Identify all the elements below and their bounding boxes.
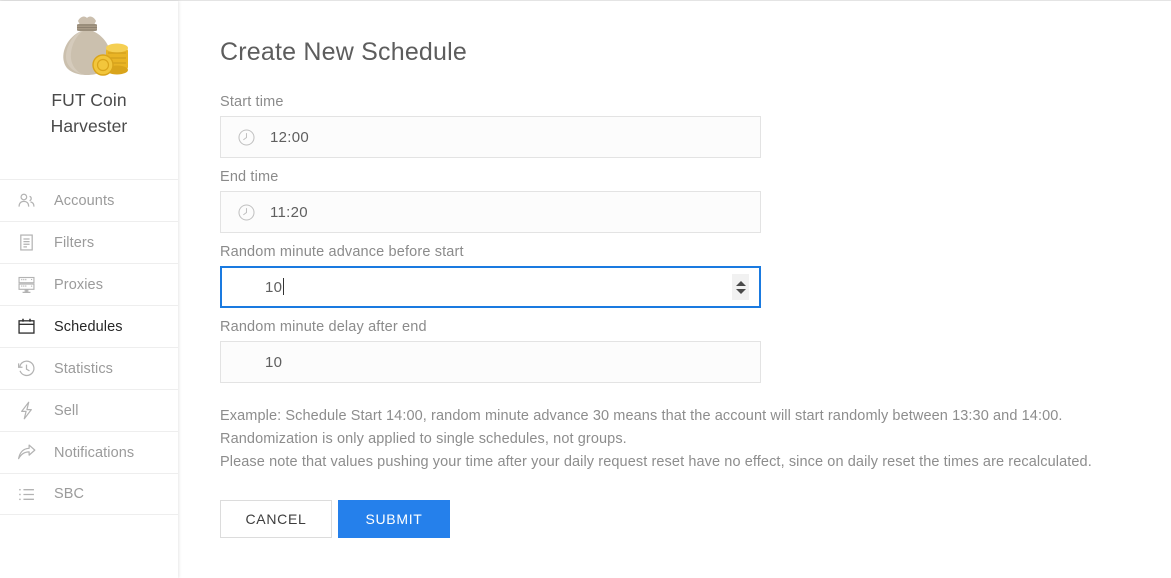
- clock-icon: [237, 128, 256, 147]
- brand-header: FUT Coin Harvester: [0, 1, 178, 179]
- sidebar-item-label: SBC: [54, 486, 85, 502]
- brand-title: FUT Coin Harvester: [0, 87, 178, 139]
- sidebar-nav: Accounts Filters Proxies Schedules Stati…: [0, 179, 178, 515]
- sidebar-item-statistics[interactable]: Statistics: [0, 347, 178, 389]
- money-bag-coins-icon: [46, 13, 132, 79]
- sidebar-item-label: Statistics: [54, 360, 114, 377]
- page-title: Create New Schedule: [220, 38, 467, 66]
- sidebar-item-label: Filters: [54, 234, 95, 251]
- field-start-time: Start time 12:00: [220, 93, 1171, 158]
- document-icon: [16, 232, 44, 254]
- brand-title-line2: Harvester: [50, 116, 128, 136]
- sidebar: FUT Coin Harvester Accounts Filters Prox…: [0, 1, 178, 578]
- app-root: FUT Coin Harvester Accounts Filters Prox…: [0, 0, 1171, 578]
- sidebar-item-label: Schedules: [54, 318, 123, 335]
- field-label: Random minute delay after end: [220, 319, 427, 335]
- clock-icon: [237, 203, 256, 222]
- field-label: Random minute advance before start: [220, 244, 464, 260]
- sidebar-item-sbc[interactable]: SBC: [0, 473, 178, 515]
- lightning-icon: [16, 400, 44, 422]
- calendar-icon: [16, 316, 44, 338]
- field-label: End time: [220, 169, 279, 185]
- stepper-up-icon[interactable]: [735, 280, 746, 286]
- sidebar-item-notifications[interactable]: Notifications: [0, 431, 178, 473]
- field-random-advance: Random minute advance before start 10: [220, 243, 1171, 308]
- sidebar-item-label: Sell: [54, 402, 79, 419]
- text-caret: [283, 278, 285, 295]
- sidebar-item-filters[interactable]: Filters: [0, 221, 178, 263]
- start-time-input[interactable]: 12:00: [220, 116, 761, 158]
- end-time-input[interactable]: 11:20: [220, 191, 761, 233]
- note-line: Please note that values pushing your tim…: [220, 454, 1092, 470]
- sidebar-item-accounts[interactable]: Accounts: [0, 179, 178, 221]
- field-end-time: End time 11:20: [220, 168, 1171, 233]
- submit-button[interactable]: SUBMIT: [338, 500, 450, 538]
- cancel-button[interactable]: CANCEL: [220, 500, 332, 538]
- random-delay-input[interactable]: 10: [220, 341, 761, 383]
- random-advance-input[interactable]: 10: [220, 266, 761, 308]
- list-icon: [16, 483, 44, 505]
- people-icon: [16, 190, 44, 212]
- start-time-value: 12:00: [270, 128, 310, 146]
- brand-title-line1: FUT Coin: [51, 90, 127, 110]
- field-random-delay: Random minute delay after end 10: [220, 318, 1171, 383]
- sidebar-item-sell[interactable]: Sell: [0, 389, 178, 431]
- history-clock-icon: [16, 358, 44, 380]
- form-actions: CANCEL SUBMIT: [220, 500, 1171, 538]
- note-line: Example: Schedule Start 14:00, random mi…: [220, 408, 1063, 424]
- random-delay-value: 10: [265, 353, 283, 371]
- sidebar-item-label: Accounts: [54, 192, 115, 209]
- random-advance-value: 10: [265, 279, 283, 296]
- sidebar-item-label: Proxies: [54, 276, 104, 293]
- example-note: Example: Schedule Start 14:00, random mi…: [220, 405, 1171, 474]
- sidebar-item-schedules[interactable]: Schedules: [0, 305, 178, 347]
- main-content: Create New Schedule Start time 12:00 End…: [178, 1, 1171, 578]
- stepper-down-icon[interactable]: [735, 288, 746, 294]
- sidebar-item-label: Notifications: [54, 444, 135, 461]
- share-arrow-icon: [16, 442, 44, 464]
- end-time-value: 11:20: [270, 203, 308, 221]
- number-stepper[interactable]: [732, 274, 749, 300]
- note-line: Randomization is only applied to single …: [220, 431, 627, 447]
- field-label: Start time: [220, 94, 284, 110]
- sidebar-item-proxies[interactable]: Proxies: [0, 263, 178, 305]
- server-rack-icon: [16, 274, 44, 296]
